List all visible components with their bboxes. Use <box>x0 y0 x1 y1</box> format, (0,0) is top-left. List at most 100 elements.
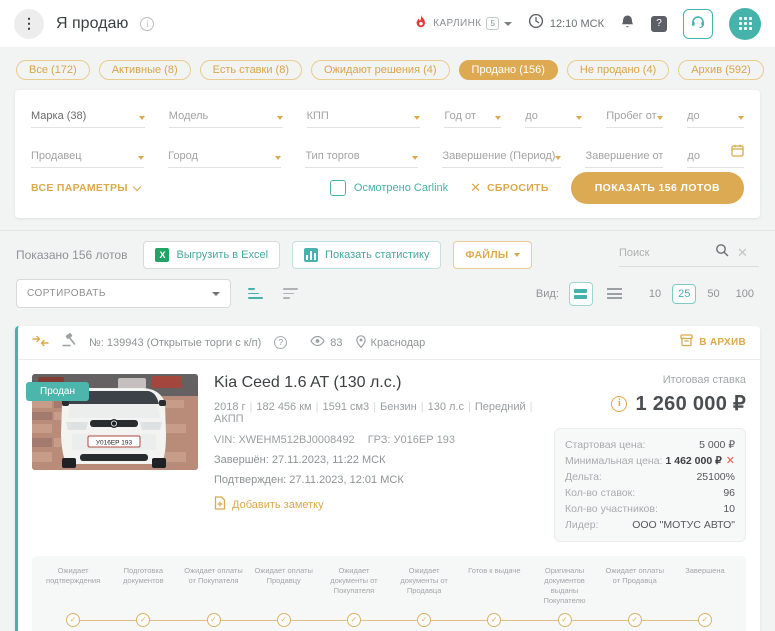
sort-descending-icon[interactable] <box>280 285 301 301</box>
app-header: ⋮ Я продаю i КАРЛИНК 5 12:10 МСК ? <box>0 0 775 47</box>
card-view-icon[interactable] <box>568 281 593 306</box>
apps-menu-button[interactable] <box>729 7 761 40</box>
chevron-down-icon <box>212 291 220 296</box>
lot-number: №: 139943 (Открытые торги с к/п) <box>89 336 262 349</box>
check-circle-icon: ✓ <box>206 612 221 627</box>
filter-model[interactable]: Модель <box>168 102 283 128</box>
lot-stats-box: Стартовая цена: 5 000 ₽ Минимальная цена:… <box>554 428 746 542</box>
tab-active[interactable]: Активные (8) <box>98 60 191 80</box>
stat-bids-count: Кол-во ставок: 96 <box>565 487 735 499</box>
tab-not-sold[interactable]: Не продано (4) <box>566 60 670 80</box>
brand-switcher[interactable]: КАРЛИНК 5 <box>414 14 512 34</box>
list-view-icon[interactable] <box>603 284 626 303</box>
tab-awaiting-decision[interactable]: Ожидают решения (4) <box>310 60 450 80</box>
chevron-down-icon <box>514 253 521 257</box>
lot-city: Краснодар <box>355 334 425 351</box>
final-bid-value: 1 260 000 ₽ <box>635 393 746 415</box>
clock-icon <box>528 13 544 34</box>
info-icon[interactable]: i <box>140 16 155 31</box>
timeline-step-label: Ожидает документы от Продавца <box>400 566 448 596</box>
filter-mileage-from[interactable]: Пробег от <box>606 102 664 128</box>
deal-timeline: Ожидает подтверждения Подготовка докумен… <box>32 556 746 631</box>
car-photo[interactable]: У016ЕР 193 Продан <box>26 374 198 470</box>
info-gold-icon[interactable]: i <box>611 395 628 412</box>
inspected-carlink-checkbox[interactable]: Осмотрено Carlink <box>329 180 448 196</box>
sort-ascending-icon[interactable] <box>245 285 266 301</box>
search-box: ✕ <box>619 243 759 267</box>
help-circle-icon[interactable]: ? <box>274 336 288 349</box>
status-tabs: Все (172) Активные (8) Есть ставки (8) О… <box>0 47 775 90</box>
car-title[interactable]: Kia Ceed 1.6 AT (130 л.с.) <box>214 374 538 392</box>
timeline-step-label: Ожидает документы от Покупателя <box>330 566 378 596</box>
filter-auction-type[interactable]: Тип торгов <box>305 142 419 168</box>
eye-icon <box>310 335 325 349</box>
filter-seller[interactable]: Продавец <box>31 142 145 168</box>
filter-gearbox[interactable]: КПП <box>306 102 421 128</box>
license-plate-text: У016ЕР 193 <box>96 440 133 447</box>
tab-has-bids[interactable]: Есть ставки (8) <box>199 60 302 80</box>
chevron-down-icon <box>276 116 283 120</box>
check-circle-icon: ✓ <box>66 612 81 627</box>
filter-mileage-to[interactable]: до <box>687 102 745 128</box>
brand-badge: 5 <box>486 17 499 30</box>
reset-filters-button[interactable]: ✕ СБРОСИТЬ <box>470 180 549 196</box>
show-lots-button[interactable]: ПОКАЗАТЬ 156 ЛОТОВ <box>570 172 744 204</box>
note-file-icon <box>214 496 226 513</box>
final-bid-label: Итоговая ставка <box>662 374 746 386</box>
shown-count: Показано 156 лотов <box>16 248 128 262</box>
export-excel-button[interactable]: X Выгрузить в Excel <box>143 241 281 269</box>
check-circle-icon: ✓ <box>136 612 151 627</box>
timeline-step-label: Ожидает подтверждения <box>46 566 101 586</box>
vin-line: VIN: XWEHM512BJ0008492 ГРЗ: У016ЕР 193 <box>214 434 538 446</box>
filter-finish-to[interactable]: до <box>687 142 744 168</box>
page-size-10[interactable]: 10 <box>644 285 666 303</box>
chevron-down-icon <box>138 116 145 120</box>
tab-all[interactable]: Все (172) <box>16 60 90 80</box>
archive-icon <box>680 333 693 352</box>
clear-search-icon[interactable]: ✕ <box>737 245 748 261</box>
chevron-down-icon <box>555 156 562 160</box>
page-size-50[interactable]: 50 <box>702 285 724 303</box>
page-size-25[interactable]: 25 <box>672 283 697 304</box>
filter-year-from[interactable]: Год от <box>444 102 502 128</box>
server-time: 12:10 МСК <box>528 13 604 34</box>
help-button[interactable]: ? <box>651 15 667 32</box>
tab-sold[interactable]: Продано (156) <box>458 60 558 80</box>
filter-finish-from[interactable]: Завершение от <box>585 142 664 168</box>
support-button[interactable] <box>683 8 713 39</box>
filter-year-to[interactable]: до <box>525 102 583 128</box>
close-icon: ✕ <box>470 180 482 195</box>
grz-value: ГРЗ: У016ЕР 193 <box>367 434 455 446</box>
page-size-100[interactable]: 100 <box>731 285 759 303</box>
all-params-toggle[interactable]: ВСЕ ПАРАМЕТРЫ <box>31 182 142 194</box>
show-statistics-button[interactable]: Показать статистику <box>292 241 442 269</box>
views-counter: 83 <box>310 335 343 349</box>
timeline-step-label: Завершена <box>685 566 725 575</box>
filter-city[interactable]: Город <box>168 142 282 168</box>
filter-brand[interactable]: Марка (38) <box>31 102 145 128</box>
chevron-down-icon <box>503 21 512 26</box>
stat-min-price: Минимальная цена: 1 462 000 ₽ ✕ <box>565 455 735 467</box>
checkbox-icon <box>329 180 346 196</box>
tab-archive[interactable]: Архив (592) <box>678 60 764 80</box>
chevron-down-icon <box>412 156 419 160</box>
gavel-icon <box>62 333 76 352</box>
search-icon[interactable] <box>715 243 729 262</box>
search-input[interactable] <box>619 246 707 259</box>
files-dropdown-button[interactable]: ФАЙЛЫ <box>453 241 533 269</box>
remove-min-price-icon[interactable]: ✕ <box>726 455 735 467</box>
add-note-button[interactable]: Добавить заметку <box>214 496 538 513</box>
kebab-menu-icon[interactable]: ⋮ <box>14 8 44 39</box>
check-circle-icon: ✓ <box>417 612 432 627</box>
timeline-step-label: Оригиналы документов выданы Покупателю <box>543 566 586 606</box>
swap-arrows-icon <box>32 334 49 352</box>
to-archive-button[interactable]: В АРХИВ <box>680 333 746 352</box>
notifications-button[interactable] <box>620 14 635 33</box>
check-circle-icon: ✓ <box>487 612 502 627</box>
apps-grid-icon <box>738 17 752 30</box>
location-pin-icon <box>355 334 366 351</box>
filter-finish-period[interactable]: Завершение (Период) <box>442 142 562 168</box>
sort-dropdown[interactable]: СОРТИРОВАТЬ <box>16 279 231 308</box>
sold-status-badge: Продан <box>26 382 90 401</box>
vin-value: VIN: XWEHM512BJ0008492 <box>214 434 355 446</box>
